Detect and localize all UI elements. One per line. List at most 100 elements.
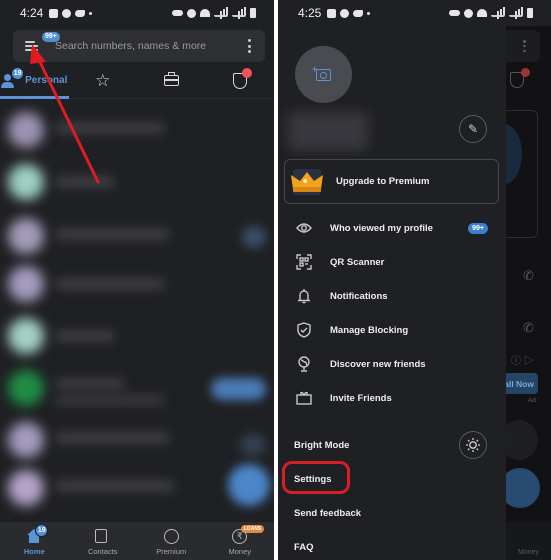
alarm-icon bbox=[187, 8, 196, 18]
edit-profile-button[interactable]: ✎ bbox=[459, 115, 487, 143]
battery-icon bbox=[527, 8, 533, 18]
signal-1-icon bbox=[214, 7, 228, 17]
background-notification-dot bbox=[521, 68, 530, 77]
contacts-icon bbox=[95, 529, 108, 543]
background-phone-icon: ✆ bbox=[523, 268, 534, 283]
shield-check-icon bbox=[296, 322, 312, 338]
action-blurred bbox=[240, 434, 266, 456]
profile-photo-button[interactable]: + bbox=[295, 46, 352, 103]
menu-discover-friends-label: Discover new friends bbox=[330, 358, 426, 370]
avatar bbox=[8, 318, 44, 354]
menu-manage-blocking[interactable]: Manage Blocking bbox=[278, 313, 506, 347]
whatsapp-icon bbox=[340, 8, 350, 18]
avatar bbox=[8, 422, 44, 458]
status-time: 4:24 bbox=[20, 6, 44, 20]
gallery-icon bbox=[49, 8, 59, 18]
twitter-icon bbox=[353, 9, 364, 17]
navigation-drawer: + ✎ Upgrade to Premium Who viewed my pro… bbox=[278, 26, 506, 560]
tab-spam-block[interactable] bbox=[206, 63, 275, 98]
profile-name-blurred bbox=[288, 112, 368, 150]
bottom-navigation: 19 Home Contacts Premium ₹ LOANS Money bbox=[0, 522, 274, 560]
tab-personal-label: Personal bbox=[25, 75, 68, 86]
tab-personal[interactable]: 19 Personal bbox=[0, 63, 69, 99]
contact-name-blurred bbox=[55, 432, 170, 444]
tab-business[interactable] bbox=[137, 63, 206, 98]
menu-who-viewed-profile[interactable]: Who viewed my profile 99+ bbox=[278, 211, 506, 245]
contact-row[interactable] bbox=[0, 464, 274, 518]
background-money-label: Money bbox=[517, 549, 539, 556]
gift-icon bbox=[296, 390, 312, 406]
tab-bar: 19 Personal ☆ bbox=[0, 63, 274, 99]
contact-name-blurred bbox=[55, 176, 115, 188]
personal-badge: 19 bbox=[11, 66, 25, 80]
signal-2-icon bbox=[509, 7, 523, 17]
qr-scanner-icon bbox=[296, 254, 312, 270]
search-bar[interactable]: 99+ Search numbers, names & more bbox=[13, 30, 265, 62]
contact-row[interactable] bbox=[0, 106, 274, 158]
bright-mode-toggle[interactable] bbox=[459, 431, 487, 459]
contact-row[interactable] bbox=[0, 312, 274, 364]
menu-badge: 99+ bbox=[42, 32, 60, 42]
menu-invite-friends[interactable]: Invite Friends bbox=[278, 381, 506, 415]
contact-row[interactable] bbox=[0, 416, 274, 468]
contact-detail-blurred bbox=[55, 394, 165, 406]
system-icons bbox=[449, 7, 533, 18]
wifi-icon bbox=[200, 9, 210, 17]
nav-premium[interactable]: Premium bbox=[137, 522, 206, 560]
menu-discover-friends[interactable]: Discover new friends bbox=[278, 347, 506, 381]
contact-row[interactable] bbox=[0, 264, 274, 316]
signal-2-icon bbox=[232, 7, 246, 17]
tab-favorites[interactable]: ☆ bbox=[69, 63, 138, 98]
contact-name-blurred bbox=[55, 378, 125, 390]
action-blurred bbox=[242, 226, 266, 248]
hamburger-menu-button[interactable]: 99+ bbox=[25, 32, 60, 52]
right-phone-screen: 4:25 ✆ ✆ ⓘ ▷ tall Now Ad Money + ✎ Upgra… bbox=[278, 0, 551, 560]
system-icons bbox=[172, 7, 256, 18]
gallery-icon bbox=[327, 8, 337, 18]
contact-list bbox=[0, 100, 274, 522]
more-options-icon[interactable] bbox=[247, 39, 251, 53]
profile-views-badge: 99+ bbox=[468, 222, 488, 234]
background-phone-icon: ✆ bbox=[523, 320, 534, 335]
menu-qr-scanner[interactable]: QR Scanner bbox=[278, 245, 506, 279]
avatar bbox=[8, 370, 44, 406]
globe-icon bbox=[296, 356, 312, 372]
loans-badge: LOANS bbox=[240, 525, 265, 533]
faq-menu-item[interactable]: FAQ bbox=[294, 542, 314, 553]
avatar bbox=[8, 470, 44, 506]
contact-row[interactable] bbox=[0, 364, 274, 416]
battery-icon bbox=[250, 8, 256, 18]
vpn-key-icon bbox=[449, 10, 460, 16]
nav-contacts[interactable]: Contacts bbox=[69, 522, 138, 560]
contact-row[interactable] bbox=[0, 158, 274, 210]
bright-mode-label[interactable]: Bright Mode bbox=[294, 440, 349, 451]
background-dialpad-fab bbox=[500, 468, 540, 508]
more-notifications-dot-icon bbox=[89, 11, 93, 15]
settings-menu-item[interactable]: Settings bbox=[294, 474, 331, 485]
status-bar: 4:24 bbox=[0, 0, 274, 26]
whatsapp-icon bbox=[62, 8, 72, 18]
twitter-icon bbox=[75, 9, 86, 17]
menu-notifications[interactable]: Notifications bbox=[278, 279, 506, 313]
menu-qr-scanner-label: QR Scanner bbox=[330, 256, 385, 268]
background-info-icon: ⓘ ▷ bbox=[511, 356, 534, 367]
add-photo-icon: + bbox=[312, 64, 331, 81]
menu-invite-friends-label: Invite Friends bbox=[330, 392, 392, 404]
home-badge: 19 bbox=[35, 524, 49, 537]
contact-name-blurred bbox=[55, 330, 115, 342]
nav-money[interactable]: ₹ LOANS Money bbox=[206, 522, 275, 560]
search-input[interactable]: Search numbers, names & more bbox=[55, 40, 247, 52]
nav-home[interactable]: 19 Home bbox=[0, 522, 69, 560]
nav-premium-label: Premium bbox=[156, 547, 187, 556]
send-feedback-menu-item[interactable]: Send feedback bbox=[294, 508, 361, 519]
menu-notifications-label: Notifications bbox=[330, 290, 388, 302]
contact-row[interactable] bbox=[0, 212, 274, 264]
avatar bbox=[8, 164, 44, 200]
avatar bbox=[8, 112, 44, 148]
alarm-icon bbox=[464, 8, 473, 18]
notification-dot bbox=[241, 67, 252, 78]
dialpad-fab-blurred[interactable] bbox=[228, 464, 270, 506]
background-ad-label: Ad bbox=[528, 397, 536, 404]
nav-home-label: Home bbox=[23, 547, 45, 556]
upgrade-premium-button[interactable]: Upgrade to Premium bbox=[284, 159, 499, 204]
